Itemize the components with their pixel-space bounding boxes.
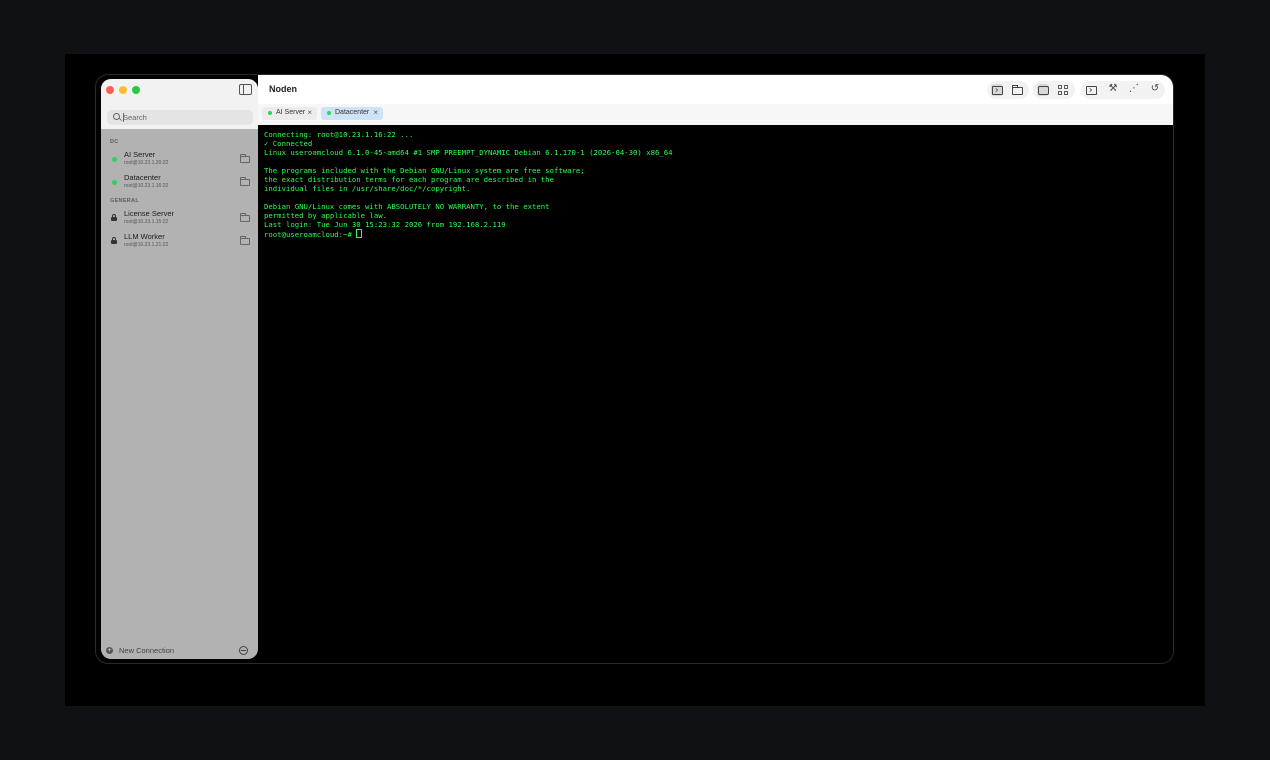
terminal-view-button[interactable] (991, 84, 1003, 96)
plus-icon: + (106, 647, 113, 654)
section-label-general: GENERAL (110, 198, 139, 204)
connection-name: Datacenter (124, 173, 161, 182)
console-icon (1086, 86, 1097, 95)
connection-address: root@10.23.1.16:22 (124, 183, 169, 189)
terminal-pane[interactable]: Connecting: root@10.23.1.16:22 ... ✓ Con… (258, 125, 1173, 663)
lock-icon (111, 237, 117, 244)
connection-address: root@10.23.1.20:22 (124, 160, 169, 166)
tab-datacenter[interactable]: Datacenter × (321, 107, 383, 120)
sidebar-header (101, 79, 258, 129)
status-dot-icon (327, 111, 331, 115)
grid-icon (1058, 85, 1068, 95)
terminal-cursor (356, 229, 363, 238)
folder-icon[interactable] (240, 177, 250, 186)
status-dot-icon (268, 111, 272, 115)
connection-name: License Server (124, 209, 175, 218)
search-icon (113, 113, 120, 120)
lock-icon (111, 214, 117, 221)
close-window-button[interactable] (106, 86, 114, 94)
tab-label: Datacenter (335, 109, 370, 116)
terminal-line: permitted by applicable law. (264, 211, 388, 220)
tools-button[interactable]: ⚒ (1107, 83, 1119, 96)
files-view-button[interactable] (1011, 84, 1023, 96)
terminal-output: Connecting: root@10.23.1.16:22 ... ✓ Con… (264, 130, 673, 239)
tab-label: AI Server (276, 109, 306, 116)
folder-icon (1012, 85, 1023, 95)
console-button[interactable] (1085, 84, 1097, 96)
folder-icon[interactable] (240, 236, 250, 245)
status-dot-icon (112, 157, 117, 162)
tab-bar: AI Server × Datacenter × (258, 104, 1173, 125)
search-input[interactable] (123, 110, 248, 125)
status-dot-icon (112, 180, 117, 185)
history-icon: ↺ (1150, 83, 1160, 94)
section-label-dc: DC (110, 139, 119, 145)
connection-llm-worker[interactable]: LLM Worker root@10.23.1.21:22 (106, 231, 254, 251)
connection-ai-server[interactable]: AI Server root@10.23.1.20:22 (106, 149, 254, 169)
magic-wand-icon: ⋰ (1129, 83, 1139, 94)
single-pane-button[interactable] (1037, 84, 1049, 96)
folder-icon[interactable] (240, 154, 250, 163)
folder-icon[interactable] (240, 213, 250, 222)
terminal-icon (992, 86, 1003, 95)
magic-button[interactable]: ⋰ (1128, 83, 1140, 96)
app-title: Noden (269, 84, 297, 94)
minimize-window-button[interactable] (119, 86, 127, 94)
hammer-icon: ⚒ (1108, 83, 1118, 94)
terminal-line: Debian GNU/Linux comes with ABSOLUTELY N… (264, 202, 550, 211)
connection-license-server[interactable]: License Server root@10.23.1.15:22 (106, 208, 254, 228)
history-button[interactable]: ↺ (1149, 83, 1161, 96)
text-caret (123, 113, 124, 122)
title-bar: Noden ⚒ ⋰ ↺ (258, 75, 1173, 105)
terminal-line: individual files in /usr/share/doc/*/cop… (264, 184, 471, 193)
toolbar-group-views (987, 81, 1029, 99)
single-pane-icon (1038, 86, 1049, 95)
terminal-line: The programs included with the Debian GN… (264, 166, 585, 175)
new-connection-label: New Connection (119, 646, 175, 655)
sidebar-toggle-icon[interactable] (239, 84, 252, 95)
close-icon[interactable]: × (373, 108, 378, 117)
toolbar-group-layout (1033, 81, 1075, 99)
close-icon[interactable]: × (307, 108, 312, 117)
toolbar-group-actions: ⚒ ⋰ ↺ (1081, 81, 1165, 99)
connection-address: root@10.23.1.21:22 (124, 242, 169, 248)
app-window: DC AI Server root@10.23.1.20:22 Datacent… (96, 75, 1173, 663)
terminal-prompt: root@useroamcloud:~# (264, 230, 357, 239)
zoom-window-button[interactable] (132, 86, 140, 94)
terminal-line: Connecting: root@10.23.1.16:22 ... (264, 130, 414, 139)
terminal-line: Linux useroamcloud 6.1.0-45-amd64 #1 SMP… (264, 148, 673, 157)
remove-connection-icon[interactable] (239, 646, 248, 655)
connection-name: LLM Worker (124, 232, 165, 241)
connection-name: AI Server (124, 150, 156, 159)
tab-ai-server[interactable]: AI Server × (262, 107, 317, 120)
search-box[interactable] (107, 110, 253, 125)
terminal-line: ✓ Connected (264, 139, 313, 148)
new-connection-button[interactable]: + New Connection (106, 646, 206, 656)
sidebar: DC AI Server root@10.23.1.20:22 Datacent… (101, 79, 258, 659)
terminal-line: Last login: Tue Jun 30 15:23:32 2026 fro… (264, 220, 506, 229)
connection-address: root@10.23.1.15:22 (124, 219, 169, 225)
terminal-line: the exact distribution terms for each pr… (264, 175, 554, 184)
grid-layout-button[interactable] (1057, 84, 1069, 96)
connection-datacenter[interactable]: Datacenter root@10.23.1.16:22 (106, 172, 254, 192)
